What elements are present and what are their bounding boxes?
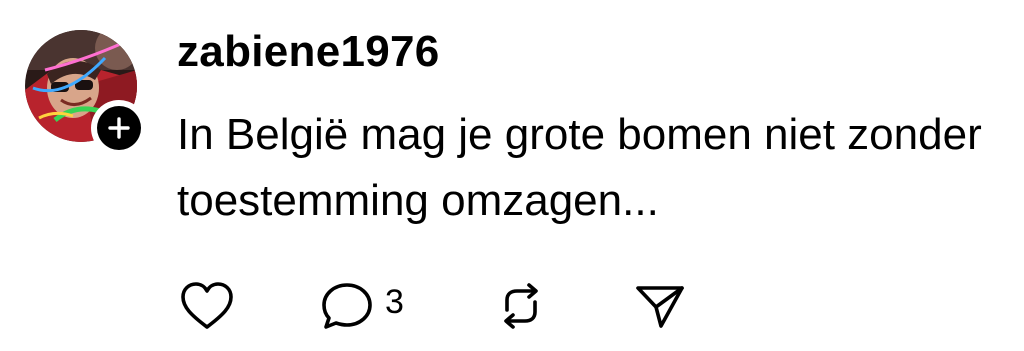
thread-post: zabiene1976 In België mag je grote bomen… [0,0,1024,351]
share-button[interactable] [633,276,687,336]
follow-button[interactable] [91,100,147,156]
reply-count: 3 [385,282,404,321]
repost-icon [504,283,538,329]
post-actions: 3 [177,276,777,336]
plus-icon [108,117,130,139]
post-username[interactable]: zabiene1976 [177,26,440,78]
send-icon [636,286,684,328]
reply-button[interactable]: 3 [319,276,404,336]
comment-icon [322,283,372,329]
follow-button-inner [97,106,141,150]
like-button[interactable] [179,276,235,336]
avatar-container [25,30,147,156]
repost-button[interactable] [495,276,547,336]
heart-icon [181,282,233,329]
post-text: In België mag je grote bomen niet zonder… [177,110,982,225]
